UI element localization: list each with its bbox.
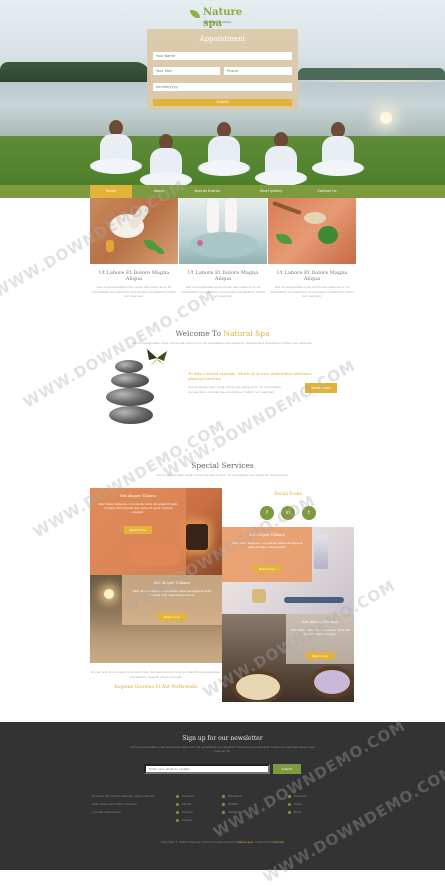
copyright-source-link[interactable]: Domain: [273, 840, 284, 844]
stone: [109, 406, 153, 424]
main-nav: Home About Special Events Short gallery …: [0, 185, 445, 198]
copyright-text: Copyright © 2016 Company name All rights…: [160, 840, 237, 844]
feature-caption: Ut Labore Et Dolore Magna Aliqua Sed ut …: [179, 270, 267, 299]
services-footer-text: At vero eos et accusamus et iusto odio d…: [90, 670, 222, 679]
feature-image-herbs: [268, 198, 356, 264]
meditating-person: [312, 122, 364, 180]
coconut-bowl: [310, 666, 354, 698]
footer-link[interactable]: Team: [288, 800, 307, 808]
footer-link[interactable]: About: [176, 800, 194, 808]
treeline-right: [298, 68, 445, 80]
social-title: Social Icons: [274, 492, 302, 497]
lime: [318, 226, 338, 244]
phone-input[interactable]: [224, 67, 292, 75]
welcome-title-prefix: Welcome To: [175, 329, 221, 338]
candle: [186, 524, 208, 550]
footer-link[interactable]: Privacy: [176, 808, 194, 816]
service-read-more-button[interactable]: Read more: [306, 652, 334, 660]
footer-link[interactable]: Gallery: [176, 816, 194, 824]
nav-short-gallery[interactable]: Short gallery: [250, 185, 292, 198]
nav-special-events[interactable]: Special Events: [186, 185, 228, 198]
appointment-submit-button[interactable]: Submit: [153, 99, 292, 106]
copyright-suffix: - Collect from: [253, 840, 273, 844]
service-read-more-button[interactable]: Read more: [158, 613, 186, 621]
email-input[interactable]: [153, 67, 220, 75]
welcome-title-accent: Natural Spa: [223, 329, 270, 338]
feature-text: Sed ut perspiciatis unde omnis iste natu…: [269, 285, 355, 298]
stone: [111, 373, 149, 388]
footer-link[interactable]: Blog: [288, 808, 307, 816]
stone: [115, 360, 143, 373]
meditating-person: [90, 120, 142, 178]
footer-about: Ut enim ad minima veniam, quis nostrum e…: [92, 792, 172, 816]
leaf: [154, 246, 164, 254]
footer-about-line: suscipit laboriosam: [92, 810, 122, 814]
sun: [380, 112, 392, 124]
service-read-more-button[interactable]: Read more: [124, 526, 152, 534]
nav-home[interactable]: Home: [90, 185, 132, 198]
newsletter-email-input[interactable]: [144, 764, 270, 774]
leaf-icon: [190, 10, 200, 18]
brand-tagline: Relaxation center: [205, 20, 232, 24]
brand-name: Nature spa: [203, 7, 243, 29]
flower: [197, 240, 203, 246]
feature-image-footbath: [179, 198, 267, 264]
feature-title: Ut Labore Et Dolore Magna Aliqua: [276, 270, 348, 282]
hero-banner: Nature spa Relaxation center Appointment…: [0, 0, 445, 186]
service-text: Nam libero tempore, cum soluta nobis est…: [98, 502, 178, 514]
date-input[interactable]: [153, 83, 292, 91]
leg: [207, 198, 219, 234]
services-title: Special Services: [191, 461, 254, 470]
welcome-title: Welcome To Natural Spa: [0, 329, 445, 338]
feature-caption: Ut Labore Et Dolore Magna Aliqua Sed ut …: [90, 270, 178, 299]
meditating-person: [198, 122, 250, 180]
wooden-spoon: [272, 200, 302, 216]
copyright: Copyright © 2016 Company name All rights…: [0, 840, 445, 844]
newsletter-submit-button[interactable]: Submit: [273, 764, 301, 774]
appointment-form: Appointment Submit: [147, 29, 298, 110]
treeline: [0, 62, 150, 82]
stone: [106, 388, 154, 406]
footer-link[interactable]: Twitter: [222, 800, 243, 808]
feature-text: Sed ut perspiciatis unde omnis iste natu…: [91, 285, 177, 298]
nav-contact[interactable]: Contact Us: [306, 185, 348, 198]
welcome-text: Sed ut perspiciatis unde omnis iste natu…: [188, 385, 281, 394]
service-read-more-button[interactable]: Read more: [253, 565, 281, 573]
footer-about-line: exercitationem ullam corporis: [92, 802, 137, 806]
feature-title: Ut Labore Et Dolore Magna Aliqua: [187, 270, 259, 282]
leaf: [276, 234, 292, 244]
leg: [225, 198, 237, 234]
footer-link[interactable]: Contact: [176, 792, 194, 800]
candle-glow: [104, 589, 114, 599]
footer-links-1: Contact About Privacy Gallery: [176, 792, 194, 824]
feature-title: Ut Labore Et Dolore Magna Aliqua: [98, 270, 170, 282]
site-logo[interactable]: Nature spa Relaxation center: [188, 7, 258, 29]
footer-about-line: Ut enim ad minima veniam, quis nostrum: [92, 794, 155, 798]
butterfly-icon: [147, 349, 167, 366]
bottle: [252, 589, 266, 603]
welcome-heading: To take a trivial example, which of us e…: [188, 371, 312, 381]
meditating-person: [255, 132, 307, 186]
tube: [284, 597, 344, 603]
copyright-brand-link[interactable]: Nature spa: [237, 840, 252, 844]
name-input[interactable]: [153, 52, 292, 60]
newsletter-subtitle: Sed ut perspiciatis unde omnis iste natu…: [130, 745, 315, 753]
appointment-title: Appointment: [199, 35, 246, 43]
meditating-person: [140, 134, 192, 186]
footer-link[interactable]: Facebook: [222, 792, 243, 800]
perfume-bottle: [314, 535, 328, 569]
herb-bowl: [304, 212, 326, 224]
feature-caption: Ut Labore Et Dolore Magna Aliqua Sed ut …: [268, 270, 356, 299]
oil-bottle: [106, 240, 114, 252]
